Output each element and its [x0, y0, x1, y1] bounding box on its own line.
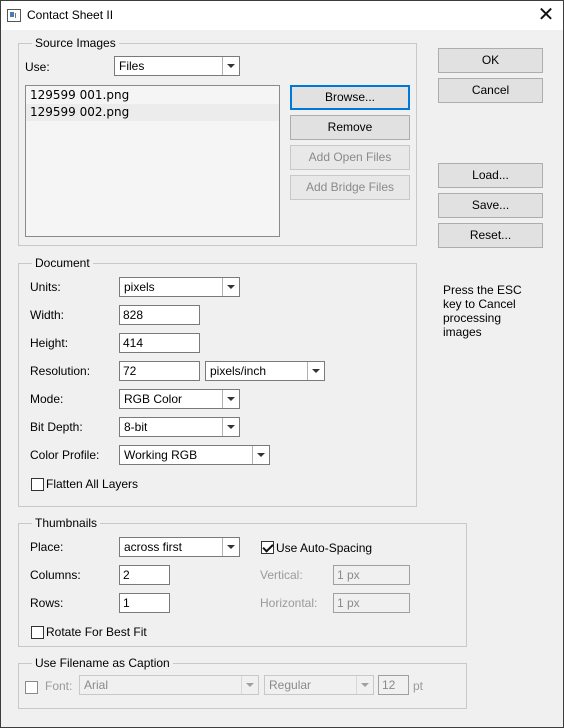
font-size-unit: pt	[413, 679, 424, 693]
dialog-window: Contact Sheet II ✕ Source Images Use: Fi…	[0, 0, 564, 728]
flatten-layers-label[interactable]: Flatten All Layers	[46, 477, 138, 491]
resolution-unit-value: pixels/inch	[210, 364, 267, 378]
columns-field[interactable]: 2	[119, 565, 170, 585]
thumbnails-legend: Thumbnails	[32, 516, 101, 530]
auto-spacing-checkbox[interactable]	[261, 541, 274, 554]
units-select[interactable]: pixels	[119, 277, 240, 297]
cancel-button[interactable]: Cancel	[438, 78, 543, 103]
font-style-select[interactable]: Regular	[264, 675, 374, 695]
bit-depth-select[interactable]: 8-bit	[119, 417, 240, 437]
chevron-down-icon	[241, 676, 258, 694]
columns-label: Columns:	[30, 568, 81, 582]
font-select[interactable]: Arial	[79, 675, 259, 695]
bit-depth-label: Bit Depth:	[30, 420, 83, 434]
resolution-unit-select[interactable]: pixels/inch	[205, 361, 325, 381]
list-item[interactable]: 129599 001.png	[26, 87, 279, 104]
remove-button[interactable]: Remove	[290, 115, 410, 140]
color-profile-select-value: Working RGB	[124, 448, 198, 462]
place-label: Place:	[30, 540, 64, 554]
title-bar[interactable]: Contact Sheet II ✕	[1, 1, 563, 30]
use-select-value: Files	[119, 59, 145, 73]
rows-field[interactable]: 1	[119, 593, 170, 613]
units-select-value: pixels	[124, 280, 155, 294]
app-icon	[7, 9, 21, 22]
chevron-down-icon	[307, 362, 324, 380]
mode-select[interactable]: RGB Color	[119, 389, 240, 409]
bit-depth-select-value: 8-bit	[124, 420, 148, 434]
rows-label: Rows:	[30, 596, 64, 610]
window-title: Contact Sheet II	[27, 8, 114, 22]
document-legend: Document	[32, 256, 93, 270]
vertical-label: Vertical:	[260, 568, 303, 582]
add-bridge-files-button[interactable]: Add Bridge Files	[290, 175, 410, 200]
chevron-down-icon	[356, 676, 373, 694]
file-list[interactable]: 129599 001.png 129599 002.png	[25, 85, 280, 237]
close-icon[interactable]: ✕	[529, 4, 563, 28]
width-label: Width:	[30, 308, 65, 322]
font-select-value: Arial	[84, 678, 109, 692]
font-style-select-value: Regular	[269, 678, 312, 692]
chevron-down-icon	[222, 390, 239, 408]
source-images-legend: Source Images	[32, 36, 119, 50]
document-group: Document	[18, 256, 417, 507]
use-label: Use:	[25, 60, 50, 74]
esc-note: Press the ESC key to Cancel processing i…	[443, 283, 522, 339]
auto-spacing-label[interactable]: Use Auto-Spacing	[276, 541, 372, 555]
place-select-value: across first	[124, 540, 183, 554]
caption-checkbox[interactable]	[25, 681, 38, 694]
chevron-down-icon	[222, 418, 239, 436]
horizontal-field[interactable]: 1 px	[333, 593, 410, 613]
caption-legend: Use Filename as Caption	[32, 656, 173, 670]
flatten-layers-checkbox[interactable]	[31, 478, 44, 491]
mode-select-value: RGB Color	[124, 392, 183, 406]
horizontal-label: Horizontal:	[260, 596, 318, 610]
font-size-field[interactable]: 12	[378, 675, 409, 695]
use-select[interactable]: Files	[114, 56, 240, 76]
list-item[interactable]: 129599 002.png	[26, 104, 279, 121]
ok-button[interactable]: OK	[438, 48, 543, 73]
reset-button[interactable]: Reset...	[438, 223, 543, 248]
load-button[interactable]: Load...	[438, 163, 543, 188]
resolution-field[interactable]: 72	[119, 361, 200, 381]
rotate-best-fit-checkbox[interactable]	[31, 626, 44, 639]
chevron-down-icon	[222, 278, 239, 296]
chevron-down-icon	[252, 446, 269, 464]
chevron-down-icon	[222, 57, 239, 75]
units-label: Units:	[30, 280, 61, 294]
font-label: Font:	[45, 679, 73, 693]
chevron-down-icon	[222, 538, 239, 556]
rotate-best-fit-label[interactable]: Rotate For Best Fit	[46, 625, 147, 639]
save-button[interactable]: Save...	[438, 193, 543, 218]
add-open-files-button[interactable]: Add Open Files	[290, 145, 410, 170]
resolution-label: Resolution:	[30, 364, 91, 378]
height-label: Height:	[30, 336, 69, 350]
vertical-field[interactable]: 1 px	[333, 565, 410, 585]
color-profile-select[interactable]: Working RGB	[119, 445, 270, 465]
color-profile-label: Color Profile:	[30, 448, 100, 462]
mode-label: Mode:	[30, 392, 64, 406]
width-field[interactable]: 828	[119, 305, 200, 325]
place-select[interactable]: across first	[119, 537, 240, 557]
browse-button[interactable]: Browse...	[290, 85, 410, 110]
height-field[interactable]: 414	[119, 333, 200, 353]
